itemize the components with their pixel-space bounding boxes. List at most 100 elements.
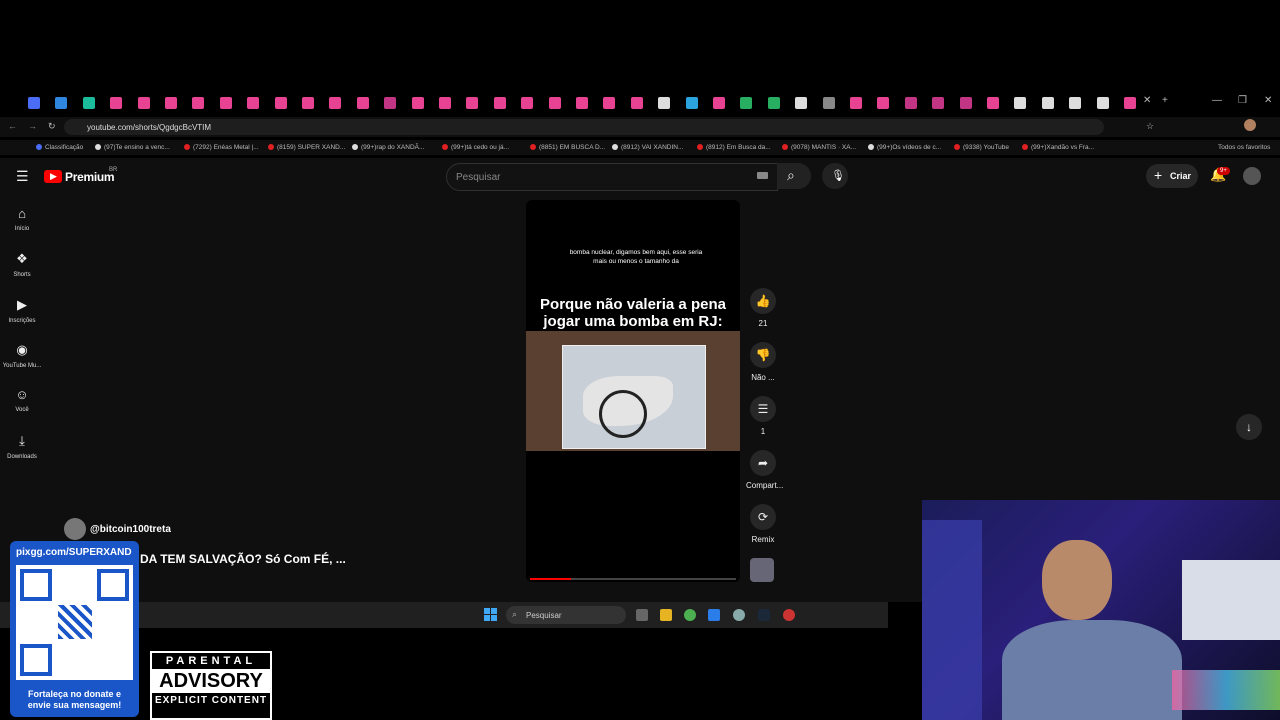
browser-tab[interactable]: [1069, 97, 1082, 109]
browser-tab[interactable]: [247, 97, 260, 109]
browser-tab[interactable]: [877, 97, 890, 109]
browser-tab[interactable]: [767, 97, 780, 109]
bookmark-item[interactable]: (97)Te ensino a venc...: [95, 144, 170, 151]
new-tab-icon[interactable]: +: [1162, 95, 1168, 106]
profile-avatar[interactable]: [1244, 119, 1256, 131]
browser-tab[interactable]: [630, 97, 643, 109]
sidebar-item-youtube-mu-[interactable]: ◉ YouTube Mu...: [0, 342, 44, 369]
minimize-icon[interactable]: —: [1212, 95, 1222, 106]
settings-icon[interactable]: [733, 609, 745, 621]
browser-tab[interactable]: [302, 97, 314, 109]
chrome-icon[interactable]: [684, 609, 696, 621]
bookmark-item[interactable]: (8851) EM BUSCA D...: [530, 144, 605, 151]
browser-tab[interactable]: [192, 97, 205, 109]
sidebar-item-downloads[interactable]: ⤓ Downloads: [0, 433, 44, 460]
create-button[interactable]: + Criar: [1146, 164, 1198, 188]
sidebar-item-inscri-es[interactable]: ▶ Inscrições: [0, 297, 44, 324]
keyboard-icon[interactable]: [757, 172, 768, 179]
browser-tab[interactable]: [1124, 97, 1136, 109]
bookmark-item[interactable]: Classificação: [36, 144, 83, 151]
shorts-video[interactable]: bomba nuclear, digamos bem aqui, esse se…: [526, 200, 740, 582]
next-video-icon[interactable]: ↓: [1236, 414, 1262, 440]
browser-tab[interactable]: [740, 97, 753, 109]
browser-tab[interactable]: [521, 97, 534, 109]
browser-tab[interactable]: [493, 97, 506, 109]
search-input[interactable]: Pesquisar: [446, 163, 778, 191]
browser-tab[interactable]: [795, 97, 808, 109]
comment-button[interactable]: ☰ 1: [746, 396, 780, 436]
browser-tab[interactable]: [576, 97, 588, 109]
bookmark-item[interactable]: (9078) MANTIS · XA...: [782, 144, 856, 151]
windows-start-icon[interactable]: [484, 608, 497, 621]
maximize-icon[interactable]: ❐: [1238, 95, 1247, 106]
back-icon[interactable]: ←: [8, 121, 17, 131]
bookmark-item[interactable]: (99+)tá cedo ou já...: [442, 144, 509, 151]
all-favorites[interactable]: Todos os favoritos: [1218, 144, 1270, 151]
browser-tab[interactable]: [904, 97, 917, 109]
bookmark-item[interactable]: (8159) SUPER XAND...: [268, 144, 345, 151]
channel-avatar[interactable]: [64, 518, 86, 540]
like-button[interactable]: 👍 21: [746, 288, 780, 328]
forward-icon[interactable]: →: [28, 121, 37, 131]
reload-icon[interactable]: ↻: [48, 121, 56, 132]
browser-tab[interactable]: [165, 97, 177, 109]
browser-tab[interactable]: [1041, 97, 1054, 109]
browser-tab[interactable]: [822, 97, 835, 109]
bookmark-item[interactable]: (8912) VAI XANDIN...: [612, 144, 683, 151]
channel-name[interactable]: @bitcoin100treta: [90, 524, 171, 535]
dislike-button[interactable]: 👎 Não ...: [746, 342, 780, 382]
browser-tab[interactable]: [548, 97, 561, 109]
browser-tab[interactable]: [137, 97, 150, 109]
sidebar-item-shorts[interactable]: ❖ Shorts: [0, 251, 44, 278]
browser-tab[interactable]: [1014, 97, 1027, 109]
sidebar-item-in-cio[interactable]: ⌂ Início: [0, 206, 44, 232]
file-explorer-icon[interactable]: [660, 609, 672, 621]
steam-icon[interactable]: [758, 609, 770, 621]
browser-tab[interactable]: [959, 97, 972, 109]
browser-tab[interactable]: [466, 97, 479, 109]
browser-tab[interactable]: [658, 97, 671, 109]
browser-tab[interactable]: [603, 97, 616, 109]
browser-tab[interactable]: [987, 97, 999, 109]
browser-tab[interactable]: [356, 97, 369, 109]
app-red-icon[interactable]: [783, 609, 795, 621]
browser-tab[interactable]: [219, 97, 232, 109]
browser-tab[interactable]: [110, 97, 123, 109]
account-avatar[interactable]: [1243, 167, 1261, 185]
menu-icon[interactable]: ☰: [16, 168, 29, 185]
browser-tab[interactable]: [82, 97, 95, 109]
youtube-logo-icon[interactable]: ▶: [44, 170, 62, 183]
app-icon[interactable]: [708, 609, 720, 621]
bookmark-item[interactable]: (9338) YouTube: [954, 144, 1009, 151]
browser-tab[interactable]: [384, 97, 397, 109]
browser-tab[interactable]: [28, 97, 40, 109]
share-button[interactable]: ➦ Compart...: [746, 450, 783, 490]
browser-tab[interactable]: [439, 97, 451, 109]
remix-button[interactable]: ⟳ Remix: [746, 504, 780, 544]
search-button[interactable]: ⌕: [777, 163, 811, 189]
browser-tab[interactable]: [932, 97, 945, 109]
task-view-icon[interactable]: [636, 609, 648, 621]
bookmark-item[interactable]: (99+)rap do XANDÃ...: [352, 144, 424, 151]
browser-tab[interactable]: [55, 97, 68, 109]
browser-tab[interactable]: [329, 97, 342, 109]
bookmark-item[interactable]: (7292) Enéas Metal |...: [184, 144, 259, 151]
browser-tab[interactable]: [274, 97, 287, 109]
sound-thumbnail[interactable]: [750, 558, 774, 582]
progress-track[interactable]: [530, 578, 736, 580]
close-window-icon[interactable]: ✕: [1264, 95, 1272, 106]
browser-tab[interactable]: [850, 97, 862, 109]
bookmark-item[interactable]: (99+)Os vídeos de c...: [868, 144, 941, 151]
browser-tab[interactable]: [685, 97, 698, 109]
star-icon[interactable]: ☆: [1146, 121, 1154, 132]
url-field[interactable]: youtube.com/shorts/QgdgcBcVTIM: [64, 119, 1104, 135]
browser-tab[interactable]: [713, 97, 725, 109]
voice-search-button[interactable]: 🎙: [822, 163, 848, 189]
browser-tab[interactable]: [411, 97, 424, 109]
close-tab-icon[interactable]: ✕: [1143, 95, 1151, 106]
sidebar-item-voc-[interactable]: ☺ Você: [0, 387, 44, 413]
browser-tab[interactable]: [1096, 97, 1109, 109]
taskbar-search[interactable]: ⌕ Pesquisar: [506, 606, 626, 624]
bookmark-item[interactable]: (8912) Em Busca da...: [697, 144, 771, 151]
bookmark-item[interactable]: (99+)Xandão vs Fra...: [1022, 144, 1094, 151]
